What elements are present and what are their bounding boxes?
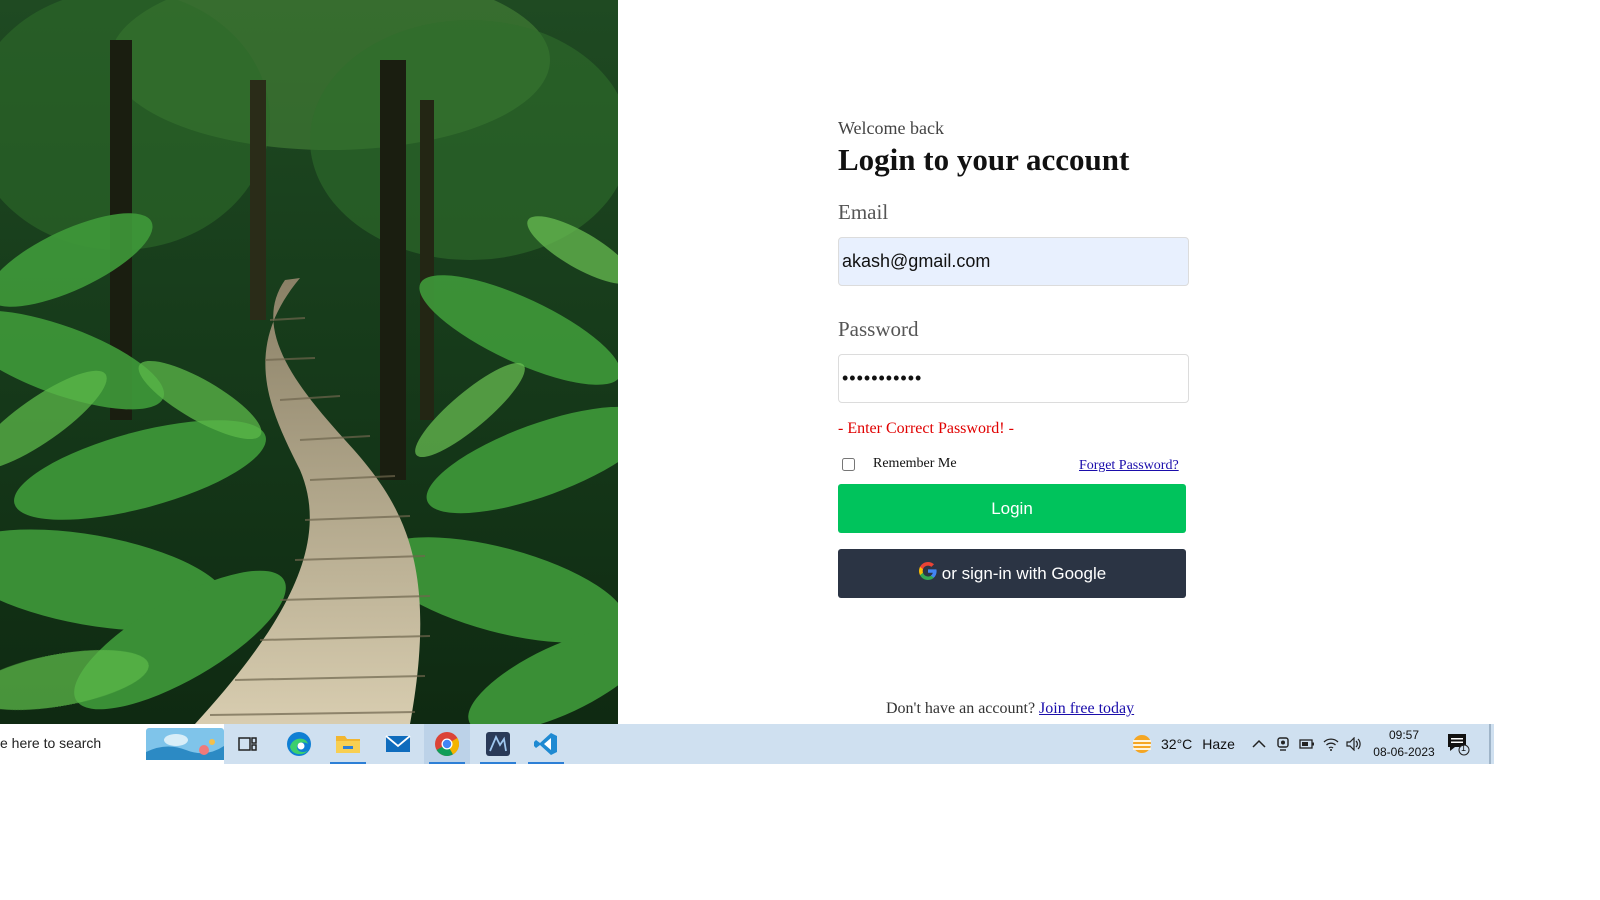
notification-count: 1 (1461, 743, 1467, 753)
clock-date: 08-06-2023 (1373, 745, 1435, 759)
password-label: Password (838, 317, 919, 341)
edge-icon (287, 732, 311, 756)
taskbar: e here to search 32°C Haze 09:57 08-06-2… (0, 724, 1494, 764)
file-explorer-icon (336, 736, 360, 753)
taskbar-edge[interactable] (276, 724, 322, 764)
taskbar-search[interactable]: e here to search (0, 724, 224, 764)
taskbar-edge-divider (1489, 724, 1491, 764)
tray-battery[interactable] (1299, 724, 1315, 764)
welcome-text: Welcome back (838, 118, 944, 138)
tray-network[interactable] (1323, 724, 1339, 764)
battery-icon (1299, 739, 1314, 749)
page-title: Login to your account (838, 142, 1130, 177)
jungle-boardwalk-photo (0, 0, 618, 724)
forget-password-link[interactable]: Forget Password? (1079, 458, 1179, 474)
email-field[interactable] (838, 237, 1189, 286)
show-hidden-icons[interactable] (1252, 724, 1266, 764)
email-label: Email (838, 200, 889, 224)
search-placeholder: e here to search (0, 735, 102, 751)
chrome-icon (435, 732, 460, 757)
taskbar-file-explorer[interactable] (325, 724, 371, 764)
taskbar-clock[interactable]: 09:57 08-06-2023 (1368, 727, 1440, 761)
weather-haze-icon (1133, 735, 1151, 753)
password-field[interactable] (838, 354, 1189, 403)
vscode-icon (534, 733, 557, 755)
login-button[interactable]: Login (838, 484, 1186, 533)
password-error-message: - Enter Correct Password! - (838, 420, 1014, 437)
mail-icon (385, 735, 411, 752)
weather-temperature: 32°C (1161, 736, 1193, 752)
weather-description: Haze (1202, 736, 1235, 752)
task-view-button[interactable] (225, 724, 271, 764)
notification-center-button[interactable]: 1 (1446, 732, 1470, 761)
chevron-up-icon (1252, 739, 1266, 748)
camera-icon (1277, 737, 1289, 751)
jungle-illustration (0, 0, 618, 724)
google-button-label: or sign-in with Google (941, 563, 1107, 583)
search-highlight-icon (146, 728, 224, 760)
weather-widget[interactable]: 32°C Haze (1131, 724, 1235, 764)
taskbar-chrome[interactable] (424, 724, 470, 764)
speaker-icon (1346, 737, 1361, 751)
taskbar-app[interactable] (475, 724, 521, 764)
clock-time: 09:57 (1388, 728, 1420, 742)
wifi-icon (1323, 738, 1339, 751)
google-signin-button[interactable]: or sign-in with Google (838, 549, 1186, 598)
signup-prompt: Don't have an account? Join free today (886, 700, 1134, 718)
join-free-link[interactable]: Join free today (1039, 700, 1134, 717)
google-icon (918, 561, 937, 580)
remember-me-checkbox[interactable] (842, 457, 855, 471)
tray-meet-now[interactable] (1276, 724, 1290, 764)
signup-text: Don't have an account? (886, 700, 1036, 717)
tray-volume[interactable] (1346, 724, 1362, 764)
taskbar-mail[interactable] (375, 724, 421, 764)
app-icon (486, 732, 510, 756)
remember-me-label: Remember Me (873, 456, 957, 471)
taskbar-vscode[interactable] (523, 724, 569, 764)
task-view-icon (238, 737, 257, 751)
remember-me[interactable]: Remember Me (838, 456, 957, 472)
